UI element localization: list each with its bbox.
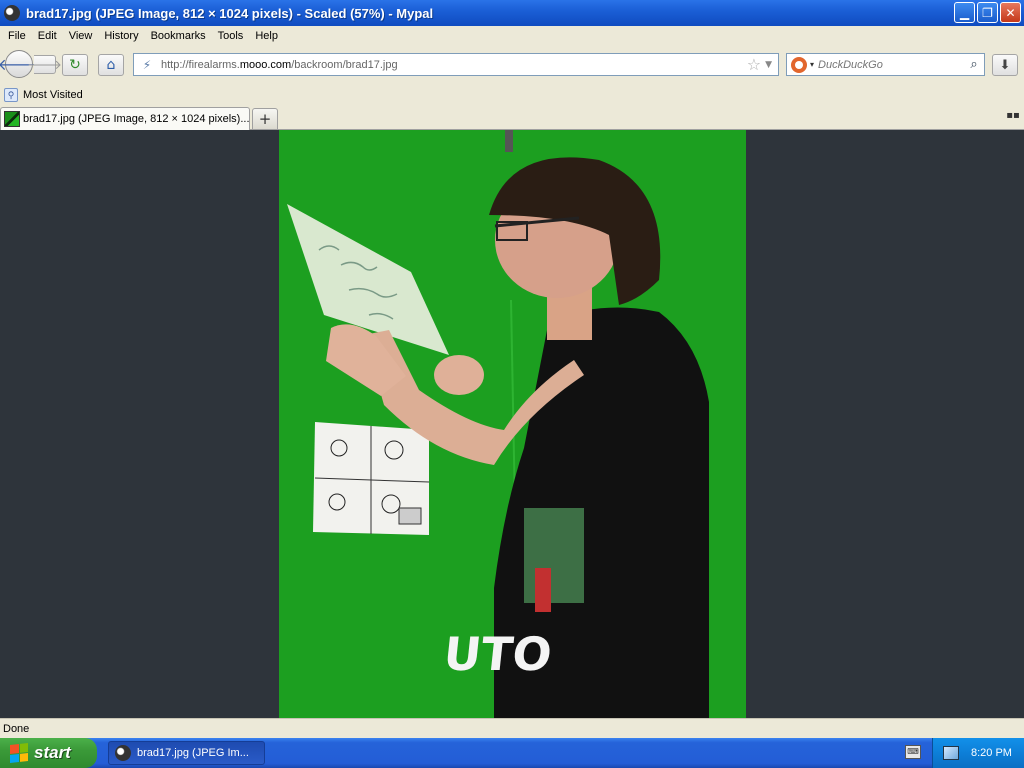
search-icon[interactable]: ⌕ bbox=[964, 57, 984, 72]
home-icon: ⌂ bbox=[106, 57, 116, 73]
menu-edit[interactable]: Edit bbox=[32, 30, 63, 42]
home-button[interactable]: ⌂ bbox=[98, 54, 124, 76]
content-area: UTO bbox=[0, 130, 1024, 718]
forward-button[interactable]: 🡒 bbox=[27, 55, 62, 74]
url-bar[interactable]: ⚡ http://firealarms.mooo.com/backroom/br… bbox=[133, 53, 779, 76]
url-path: /backroom/brad17.jpg bbox=[291, 58, 398, 71]
engine-dropdown-icon[interactable]: ▾ bbox=[810, 60, 814, 69]
download-icon: ⬇ bbox=[999, 57, 1011, 73]
download-button[interactable]: ⬇ bbox=[992, 54, 1018, 76]
tab-brad17[interactable]: brad17.jpg (JPEG Image, 812 × 1024 pixel… bbox=[0, 107, 250, 130]
star-icon[interactable]: ☆ bbox=[747, 55, 761, 74]
photo-illustration: UTO bbox=[279, 130, 746, 718]
keyboard-icon[interactable]: ⌨ bbox=[905, 745, 921, 759]
favicon bbox=[4, 111, 20, 127]
forward-arrow-icon: 🡒 bbox=[27, 57, 62, 73]
bookmark-label: Most Visited bbox=[23, 89, 83, 101]
displayed-image[interactable]: UTO bbox=[279, 130, 746, 718]
system-tray: 8:20 PM bbox=[932, 738, 1024, 768]
bookmarks-toolbar: ⚲ Most Visited bbox=[0, 84, 1024, 106]
menu-file[interactable]: File bbox=[0, 30, 32, 42]
title-bar: brad17.jpg (JPEG Image, 812 × 1024 pixel… bbox=[0, 0, 1024, 26]
menu-view[interactable]: View bbox=[63, 30, 99, 42]
tab-list-button[interactable]: ▪▪ bbox=[1006, 110, 1020, 124]
windows-flag-icon bbox=[10, 743, 28, 763]
site-identity-icon[interactable]: ⚡ bbox=[139, 57, 155, 73]
restore-button[interactable]: ❐ bbox=[977, 2, 998, 23]
start-label: start bbox=[34, 743, 71, 762]
search-engine-icon[interactable] bbox=[791, 56, 807, 73]
menu-bookmarks[interactable]: Bookmarks bbox=[145, 30, 212, 42]
window-controls: ▁ ❐ ✕ bbox=[954, 2, 1021, 23]
url-domain: mooo.com bbox=[239, 58, 292, 71]
tab-list-icon: ▪▪ bbox=[1006, 110, 1020, 121]
new-tab-button[interactable]: + bbox=[252, 108, 278, 130]
task-label: brad17.jpg (JPEG Im... bbox=[137, 747, 249, 759]
new-tab-icon: + bbox=[258, 110, 272, 128]
menu-tools[interactable]: Tools bbox=[212, 30, 250, 42]
status-bar: Done bbox=[0, 718, 1024, 738]
bookmark-most-visited[interactable]: ⚲ Most Visited bbox=[4, 88, 83, 102]
navigation-toolbar: 🡐 🡒 ↻ ⌂ ⚡ http://firealarms.mooo.com/bac… bbox=[0, 46, 1024, 82]
reload-button[interactable]: ↻ bbox=[62, 54, 88, 76]
app-icon bbox=[115, 745, 131, 761]
tab-label: brad17.jpg (JPEG Image, 812 × 1024 pixel… bbox=[22, 113, 249, 125]
menu-history[interactable]: History bbox=[98, 30, 144, 42]
window-title: brad17.jpg (JPEG Image, 812 × 1024 pixel… bbox=[26, 5, 434, 21]
dropmarker-icon[interactable]: ▼ bbox=[765, 60, 772, 70]
url-prefix: http://firealarms. bbox=[161, 58, 240, 71]
reload-icon: ↻ bbox=[69, 57, 81, 73]
taskbar: start brad17.jpg (JPEG Im... ⌨ 8:20 PM bbox=[0, 738, 1024, 768]
menu-bar: File Edit View History Bookmarks Tools H… bbox=[0, 26, 1024, 46]
search-bar[interactable]: ▾ ⌕ bbox=[786, 53, 985, 76]
status-text: Done bbox=[3, 722, 30, 735]
url-text[interactable]: http://firealarms.mooo.com/backroom/brad… bbox=[161, 59, 747, 71]
start-button[interactable]: start bbox=[0, 738, 97, 768]
taskbar-window-button[interactable]: brad17.jpg (JPEG Im... bbox=[108, 741, 265, 765]
close-button[interactable]: ✕ bbox=[1000, 2, 1021, 23]
app-icon bbox=[4, 5, 20, 21]
svg-text:UTO: UTO bbox=[441, 627, 554, 681]
menu-help[interactable]: Help bbox=[249, 30, 284, 42]
bookmark-folder-icon: ⚲ bbox=[4, 88, 18, 102]
search-input[interactable] bbox=[818, 58, 964, 71]
tab-strip: brad17.jpg (JPEG Image, 812 × 1024 pixel… bbox=[0, 106, 1024, 130]
minimize-button[interactable]: ▁ bbox=[954, 2, 975, 23]
clock[interactable]: 8:20 PM bbox=[971, 747, 1012, 759]
network-icon[interactable] bbox=[943, 746, 959, 760]
